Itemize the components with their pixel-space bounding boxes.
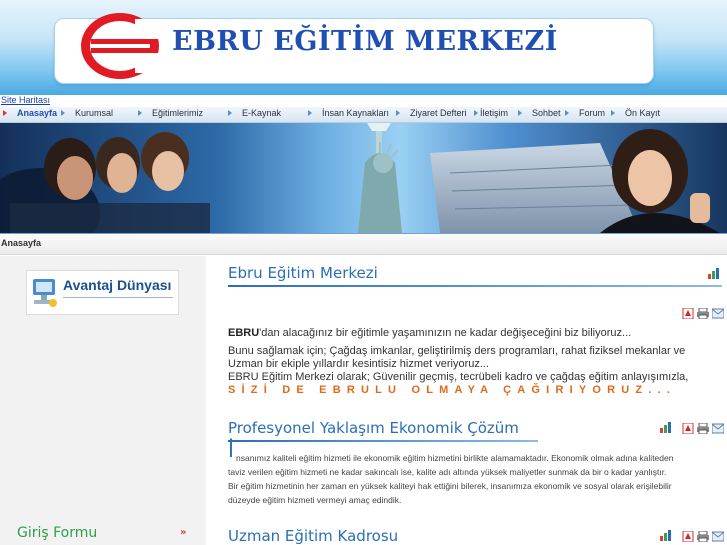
sitemap-link[interactable]: Site Haritası — [1, 95, 50, 105]
nav-arrow-icon — [611, 110, 615, 116]
avantaj-dunyasi-banner[interactable]: Avantaj Dünyası — [26, 270, 179, 315]
ebru-logo-icon[interactable] — [79, 11, 161, 81]
sidebar: Avantaj Dünyası Giriş Formu » — [0, 256, 206, 545]
stats-icon[interactable] — [708, 268, 720, 279]
nav-item-on-kayit[interactable]: Ön Kayıt — [611, 108, 660, 118]
print-icon[interactable] — [697, 308, 709, 319]
section-divider — [228, 440, 538, 442]
nav-arrow-icon — [138, 110, 142, 116]
main-nav: Anasayfa Kurumsal Eğitimlerimiz E-Kaynak… — [0, 107, 727, 123]
avantaj-title: Avantaj Dünyası — [63, 277, 172, 293]
nav-arrow-icon — [308, 110, 312, 116]
body-line: nsanımız kaliteli eğitim hizmeti ile eko… — [236, 453, 674, 463]
nav-arrow-icon — [228, 110, 232, 116]
body-line: düzeyde eğitim hizmeti vermeyi amaç edin… — [228, 495, 402, 505]
section-divider — [228, 285, 722, 287]
nav-item-iletisim[interactable]: İletişim — [474, 108, 508, 118]
stats-icon[interactable] — [660, 530, 672, 541]
nav-arrow-icon — [474, 110, 478, 116]
computer-icon — [33, 279, 57, 307]
nav-item-ziyaret-defteri[interactable]: Ziyaret Defteri — [396, 108, 467, 118]
chevron-down-icon[interactable]: » — [180, 527, 186, 538]
section-title-uzman: Uzman Eğitim Kadrosu — [228, 527, 399, 545]
nav-item-forum[interactable]: Forum — [565, 108, 605, 118]
nav-item-insan-kaynaklari[interactable]: İnsan Kaynakları — [308, 108, 389, 118]
nav-item-anasayfa[interactable]: Anasayfa — [3, 108, 57, 118]
pdf-icon[interactable] — [682, 423, 694, 434]
nav-item-egitimlerimiz[interactable]: Eğitimlerimiz — [138, 108, 203, 118]
avantaj-underline — [63, 297, 173, 298]
body-line: Bir eğitim hizmetinin her zaman en yükse… — [228, 481, 672, 491]
print-icon[interactable] — [697, 423, 709, 434]
nav-arrow-icon — [518, 110, 522, 116]
site-title: EBRU EĞİTİM MERKEZİ — [172, 26, 558, 57]
email-icon[interactable] — [712, 423, 724, 434]
nav-arrow-icon — [3, 110, 7, 116]
drop-cap: İ — [228, 438, 234, 462]
nav-item-sohbet[interactable]: Sohbet — [518, 108, 561, 118]
stats-icon[interactable] — [660, 422, 672, 433]
page: EBRU EĞİTİM MERKEZİ Site Haritası Anasay… — [0, 0, 727, 545]
nav-arrow-icon — [61, 110, 65, 116]
body-line: Uzman bir ekiple yıllardır kesintisiz hi… — [228, 358, 490, 370]
body-line: EBRU Eğitim Merkezi olarak; Güvenilir ge… — [228, 371, 689, 383]
section-title-profesyonel: Profesyonel Yaklaşım Ekonomik Çözüm — [228, 419, 519, 437]
breadcrumb: Anasayfa — [0, 233, 727, 255]
body-line: taviz verilen eğitim hizmeti ne kadar sa… — [228, 467, 667, 477]
hero-banner — [0, 123, 727, 233]
email-icon[interactable] — [712, 531, 724, 542]
nav-arrow-icon — [565, 110, 569, 116]
body-line: Bunu sağlamak için; Çağdaş imkanlar, gel… — [228, 345, 686, 357]
header: EBRU EĞİTİM MERKEZİ — [0, 0, 727, 95]
nav-item-kurumsal[interactable]: Kurumsal — [61, 108, 113, 118]
email-icon[interactable] — [712, 308, 724, 319]
login-form-title: Giriş Formu — [17, 525, 98, 541]
nav-item-e-kaynak[interactable]: E-Kaynak — [228, 108, 281, 118]
breadcrumb-current: Anasayfa — [1, 238, 42, 248]
section-title-ebru: Ebru Eğitim Merkezi — [228, 264, 378, 282]
banner-illustration — [0, 123, 720, 233]
main-content: Ebru Eğitim Merkezi EBRU'dan alacağınız … — [206, 256, 727, 545]
pdf-icon[interactable] — [682, 308, 694, 319]
pdf-icon[interactable] — [682, 531, 694, 542]
nav-arrow-icon — [396, 110, 400, 116]
print-icon[interactable] — [697, 531, 709, 542]
slogan-text: SİZİ DE EBRULU OLMAYA ÇAĞIRIYORUZ... — [228, 384, 677, 396]
intro-text: EBRU'dan alacağınız bir eğitimle yaşamın… — [228, 327, 632, 339]
